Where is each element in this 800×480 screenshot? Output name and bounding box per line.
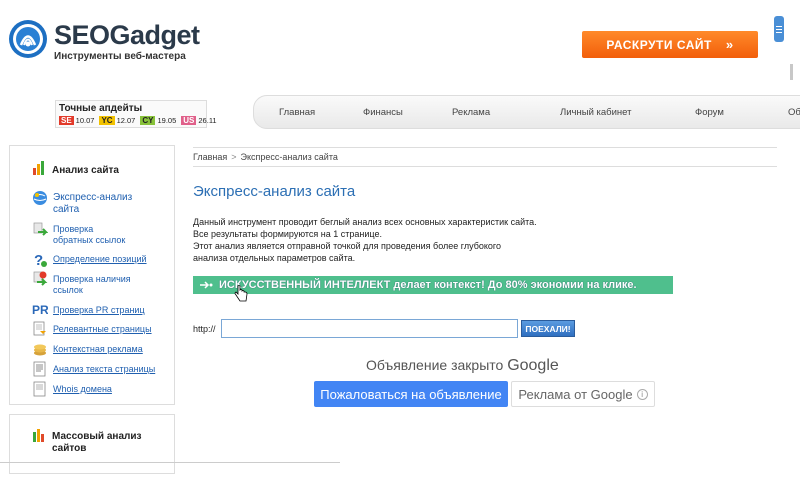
description-line: Данный инструмент проводит беглый анализ… — [193, 217, 537, 227]
sidebar-item-backlinks[interactable]: Проверка обратных ссылок — [53, 224, 133, 246]
text-icon — [33, 361, 46, 377]
page-title: Экспресс-анализ сайта — [193, 183, 356, 200]
update-value-cy: 19.05 — [157, 116, 177, 125]
sidebar-item-express-analysis[interactable]: Экспресс-анализ сайта — [53, 192, 143, 216]
promote-site-button[interactable]: РАСКРУТИ САЙТ » — [582, 31, 758, 58]
nav-item-cabinet[interactable]: Личный кабинет — [560, 107, 631, 118]
ad-closed-notice: Объявление закрыто Google — [366, 357, 559, 375]
sidebar-item-context-ads[interactable]: Контекстная реклама — [53, 344, 143, 355]
google-wordmark: Google — [507, 357, 559, 374]
update-tag-se: SE — [59, 116, 74, 125]
update-tag-yc: YC — [99, 116, 115, 125]
divider — [193, 166, 777, 167]
share-arrow-icon — [200, 281, 213, 289]
banner-text: ИСКУССТВЕННЫЙ ИНТЕЛЛЕКТ делает контекст!… — [219, 279, 637, 291]
sidebar-section-title: Анализ сайта — [52, 165, 119, 176]
coins-icon — [34, 344, 46, 356]
svg-text:PR: PR — [32, 303, 48, 317]
breadcrumb-home[interactable]: Главная — [193, 152, 227, 162]
sidebar-item-label: Проверка обратных ссылок — [53, 224, 126, 245]
updates-title: Точные апдейты — [59, 103, 143, 114]
double-chevron-icon: » — [725, 37, 734, 52]
top-nav: Главная Финансы Реклама Личный кабинет Ф… — [253, 95, 800, 129]
sidebar-section-title-mass: Массовый анализ сайтов — [52, 431, 142, 454]
sidebar: Анализ сайта Экспресс-анализ сайта Прове… — [9, 145, 175, 405]
url-input[interactable] — [221, 319, 518, 338]
brand-name[interactable]: SEOGadget — [54, 20, 200, 51]
update-value-yc: 12.07 — [116, 116, 136, 125]
description-line: анализа отдельных параметров сайта. — [193, 253, 356, 263]
sidebar-mass-analysis: Массовый анализ сайтов — [9, 414, 175, 474]
sidebar-item-label: Экспресс-анализ сайта — [53, 192, 133, 215]
description: Данный инструмент проводит беглый анализ… — [193, 216, 553, 264]
globe-icon — [33, 191, 47, 205]
sidebar-item-label: Проверка наличия ссылок — [53, 274, 131, 295]
divider — [193, 147, 777, 148]
ads-by-google-button[interactable]: Реклама от Google i — [511, 381, 655, 407]
breadcrumb-current: Экспресс-анализ сайта — [240, 152, 338, 162]
sidebar-item-whois[interactable]: Whois домена — [53, 384, 112, 395]
edge-scrollbar[interactable] — [790, 64, 793, 80]
report-ad-button[interactable]: Пожаловаться на объявление — [314, 381, 508, 407]
update-tag-us: US — [181, 116, 197, 125]
ad-closed-text: Объявление закрыто — [366, 357, 504, 373]
ai-context-ad-banner[interactable]: ИСКУССТВЕННЫЙ ИНТЕЛЛЕКТ делает контекст!… — [193, 276, 673, 294]
sidebar-item-pr-check[interactable]: Проверка PR страниц — [53, 305, 145, 316]
nav-item-ads[interactable]: Реклама — [452, 107, 490, 118]
sidebar-item-text-analysis[interactable]: Анализ текста страницы — [53, 364, 155, 375]
update-tag-cy: CY — [140, 116, 156, 125]
question-icon: ? — [34, 252, 47, 267]
hand-cursor-icon — [234, 285, 248, 302]
breadcrumb-separator: > — [231, 152, 237, 162]
http-prefix-label: http:// — [193, 324, 216, 334]
description-line: Все результаты формируются на 1 странице… — [193, 229, 382, 239]
seogadget-logo-icon[interactable] — [7, 18, 49, 60]
sidebar-item-relevant-pages[interactable]: Релевантные страницы — [53, 324, 152, 335]
bar-chart-icon — [33, 429, 44, 442]
update-value-se: 10.07 — [75, 116, 95, 125]
divider — [0, 462, 340, 463]
nav-item-home[interactable]: Главная — [279, 107, 315, 118]
nav-item-forum[interactable]: Форум — [695, 107, 724, 118]
check-links-icon — [33, 271, 48, 286]
nav-item-finance[interactable]: Финансы — [363, 107, 403, 118]
sidebar-item-positions[interactable]: Определение позиций — [53, 254, 147, 265]
description-line: Этот анализ является отправной точкой дл… — [193, 241, 502, 251]
bar-chart-icon — [33, 161, 44, 175]
nav-item-about[interactable]: Об — [788, 107, 800, 118]
sidebar-item-check-links[interactable]: Проверка наличия ссылок — [53, 274, 133, 296]
info-icon: i — [636, 388, 648, 400]
updates-row: SE 10.07 YC 12.07 CY 19.05 US 26.11 — [59, 116, 217, 125]
updates-widget: Точные апдейты SE 10.07 YC 12.07 CY 19.0… — [55, 100, 217, 128]
whois-icon — [33, 381, 46, 397]
links-icon — [33, 222, 48, 236]
pr-icon: PR — [32, 303, 48, 317]
breadcrumb: Главная > Экспресс-анализ сайта — [193, 152, 338, 162]
go-button[interactable]: ПОЕХАЛИ! — [521, 320, 575, 337]
promote-site-label: РАСКРУТИ САЙТ — [606, 37, 712, 52]
update-value-us: 26.11 — [198, 116, 217, 125]
scroll-handle[interactable] — [774, 16, 784, 42]
ads-by-google-label: Реклама от Google — [518, 386, 633, 402]
pages-icon — [33, 321, 46, 336]
brand-tagline: Инструменты веб-мастера — [54, 51, 186, 62]
